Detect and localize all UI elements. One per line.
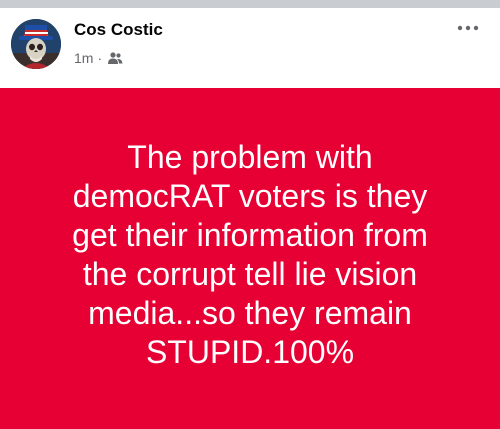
friends-icon[interactable] <box>107 51 123 65</box>
avatar-image <box>11 19 61 69</box>
post-text: The problem with democRAT voters is they… <box>72 138 428 370</box>
post-header: Cos Costic 1m · <box>0 8 500 88</box>
author-name[interactable]: Cos Costic <box>74 20 163 40</box>
post-background: The problem with democRAT voters is they… <box>0 88 500 429</box>
more-options-button[interactable] <box>452 16 484 40</box>
post-meta: 1m · <box>74 48 123 68</box>
meta-separator: · <box>97 50 103 66</box>
avatar[interactable] <box>11 19 61 69</box>
post-timestamp[interactable]: 1m <box>74 50 93 66</box>
more-icon <box>457 25 479 31</box>
feed-divider <box>0 0 500 8</box>
